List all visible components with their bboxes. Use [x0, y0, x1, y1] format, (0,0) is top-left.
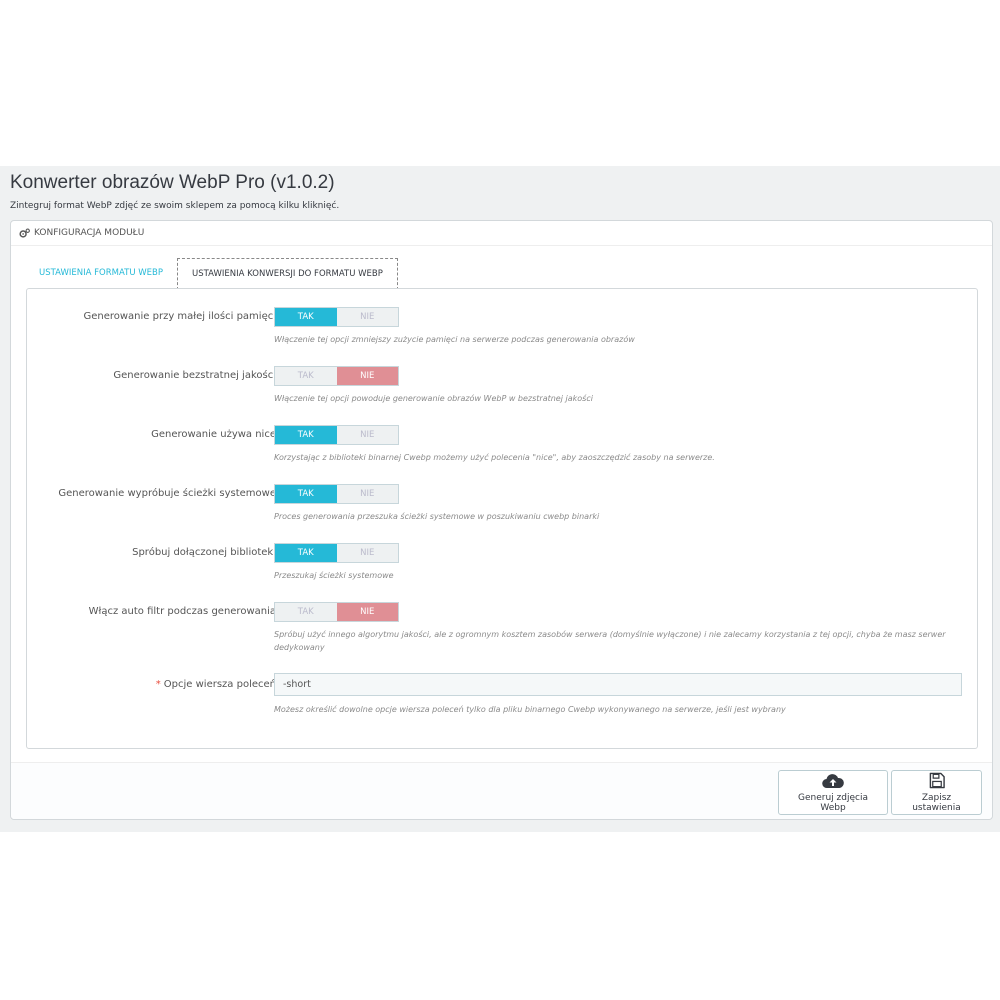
switch-no-option[interactable]: NIE: [337, 426, 399, 444]
switch-yes-option[interactable]: TAK: [275, 367, 337, 385]
save-settings-label: Zapisz ustawienia: [912, 793, 961, 813]
lossless-switch[interactable]: TAK NIE: [274, 366, 399, 386]
setting-help: Włączenie tej opcji powoduje generowanie…: [274, 394, 593, 403]
low-memory-switch[interactable]: TAK NIE: [274, 307, 399, 327]
bundled-library-switch[interactable]: TAK NIE: [274, 543, 399, 563]
cloud-upload-icon: [822, 773, 844, 788]
setting-help: Możesz określić dowolne opcje wiersza po…: [274, 705, 786, 714]
auto-filter-switch[interactable]: TAK NIE: [274, 602, 399, 622]
switch-yes-option[interactable]: TAK: [275, 603, 337, 621]
setting-label: Generowanie wypróbuje ścieżki systemowe: [58, 488, 276, 499]
setting-label: Spróbuj dołączonej biblioteki: [132, 547, 276, 558]
panel-heading: KONFIGURACJA MODUŁU: [11, 221, 992, 246]
command-line-options-input[interactable]: [274, 673, 962, 696]
cogs-icon: [19, 228, 30, 238]
switch-yes-option[interactable]: TAK: [275, 308, 337, 326]
setting-label: Włącz auto filtr podczas generowania: [88, 606, 276, 617]
setting-label: Generowanie bezstratnej jakości: [113, 370, 276, 381]
page-title: Konwerter obrazów WebP Pro (v1.0.2): [10, 172, 335, 193]
setting-help: Spróbuj użyć innego algorytmu jakości, a…: [274, 630, 946, 652]
switch-no-option[interactable]: NIE: [336, 603, 398, 621]
panel-heading-label: KONFIGURACJA MODUŁU: [34, 228, 145, 238]
setting-help: Włączenie tej opcji zmniejszy zużycie pa…: [274, 335, 635, 344]
setting-help: Korzystając z biblioteki binarnej Cwebp …: [274, 453, 715, 462]
switch-no-option[interactable]: NIE: [337, 485, 399, 503]
command-line-label: Opcje wiersza poleceń: [163, 679, 276, 690]
tab-bar: USTAWIENIA FORMATU WEBP USTAWIENIA KONWE…: [25, 258, 398, 290]
setting-label: * Opcje wiersza poleceń: [156, 679, 276, 690]
setting-label: Generowanie używa nice: [151, 429, 276, 440]
switch-yes-option[interactable]: TAK: [275, 426, 337, 444]
nice-switch[interactable]: TAK NIE: [274, 425, 399, 445]
tab-webp-format-settings[interactable]: USTAWIENIA FORMATU WEBP: [25, 258, 177, 288]
configuration-panel: KONFIGURACJA MODUŁU USTAWIENIA FORMATU W…: [10, 220, 993, 820]
setting-help: Proces generowania przeszuka ścieżki sys…: [274, 512, 600, 521]
tab-webp-conversion-settings[interactable]: USTAWIENIA KONWERSJI DO FORMATU WEBP: [177, 258, 398, 290]
page-subtitle: Zintegruj format WebP zdjęć ze swoim skl…: [10, 201, 340, 211]
generate-webp-label: Generuj zdjęcia Webp: [798, 792, 868, 813]
settings-form: Generowanie przy małej ilości pamięci TA…: [26, 288, 978, 749]
setting-help: Przeszukaj ścieżki systemowe: [274, 571, 394, 580]
page-container: Konwerter obrazów WebP Pro (v1.0.2) Zint…: [0, 166, 1000, 832]
system-paths-switch[interactable]: TAK NIE: [274, 484, 399, 504]
switch-no-option[interactable]: NIE: [337, 308, 399, 326]
floppy-disk-icon: [929, 772, 945, 789]
switch-no-option[interactable]: NIE: [336, 367, 398, 385]
required-mark: *: [155, 679, 161, 690]
switch-yes-option[interactable]: TAK: [275, 544, 337, 562]
generate-webp-button[interactable]: Generuj zdjęcia Webp: [778, 770, 888, 815]
switch-yes-option[interactable]: TAK: [275, 485, 337, 503]
panel-footer: Generuj zdjęcia Webp Zapisz ustawienia: [11, 762, 992, 819]
save-settings-button[interactable]: Zapisz ustawienia: [891, 770, 982, 815]
setting-label: Generowanie przy małej ilości pamięci: [83, 311, 276, 322]
switch-no-option[interactable]: NIE: [337, 544, 399, 562]
